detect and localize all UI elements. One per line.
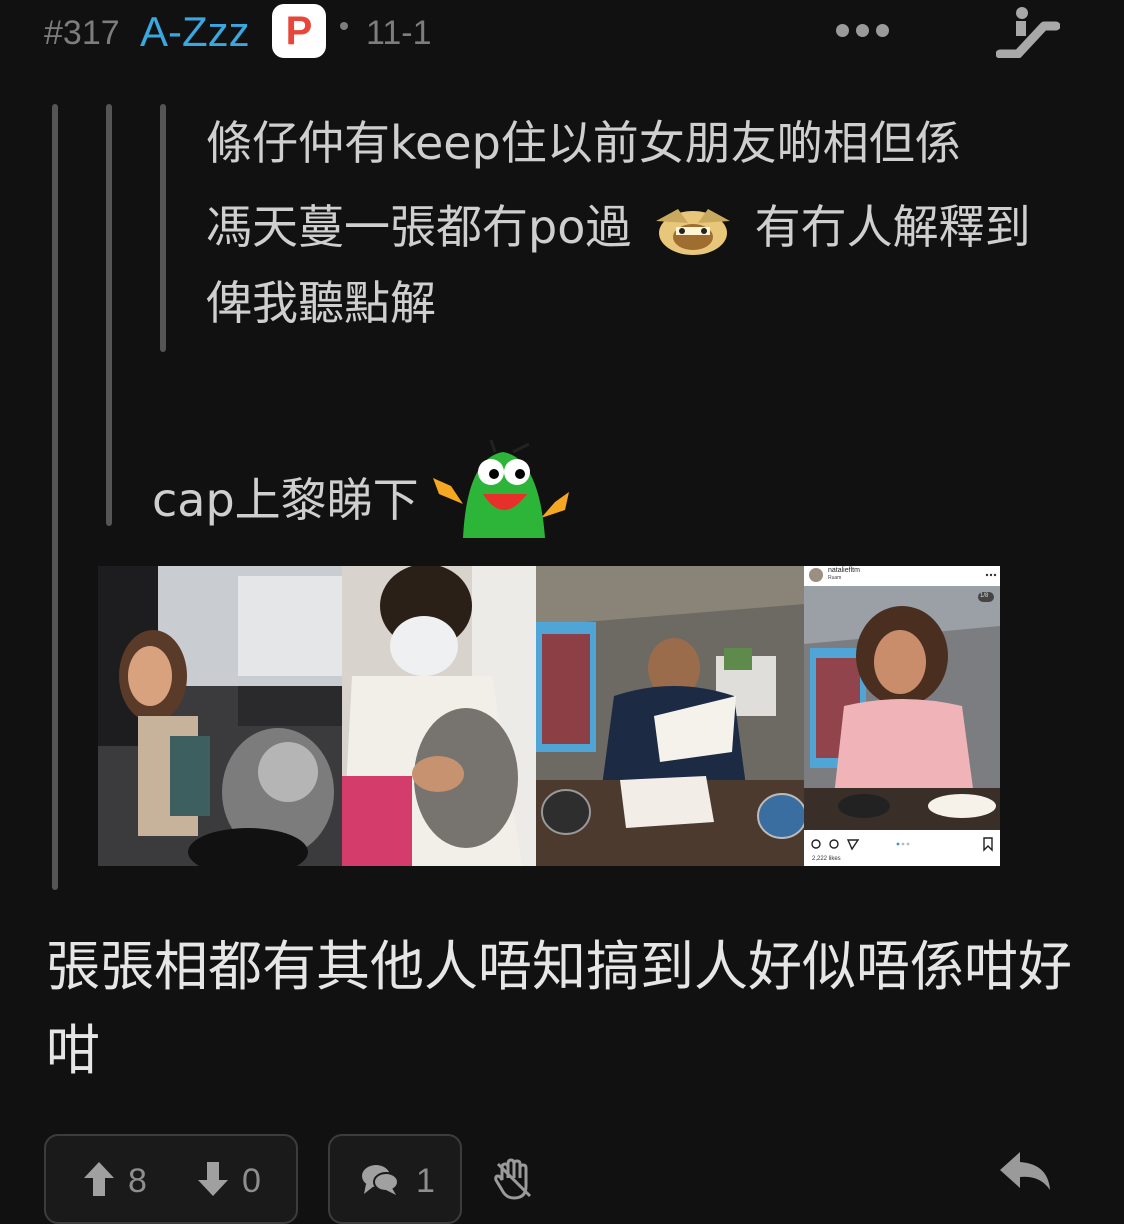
instagram-subtitle: Ruam bbox=[828, 575, 842, 581]
quote-inner-line-1: 條仔仲有keep住以前女朋友啲相但係 bbox=[206, 116, 961, 170]
facepalm-emoji-icon bbox=[655, 208, 730, 255]
quote-outer-line: cap上黎睇下 bbox=[152, 438, 573, 548]
quote-outer-text: cap上黎睇下 bbox=[152, 473, 419, 527]
block-hand-icon[interactable] bbox=[494, 1158, 534, 1200]
instagram-likes: 2,222 likes bbox=[812, 856, 841, 862]
photo-instagram-woman[interactable]: nataliefltm Ruam 1/8 2,222 likes bbox=[804, 566, 1000, 866]
reply-icon[interactable] bbox=[996, 1148, 1054, 1194]
quote-inner-line-2: 馮天蔓一張都冇po過 有冇人解釋到 bbox=[206, 188, 1031, 266]
escalator-icon[interactable] bbox=[996, 4, 1060, 58]
comment-count: 1 bbox=[416, 1162, 435, 1200]
photo-woman-car-dog[interactable] bbox=[98, 566, 342, 866]
post-body-text: 張張相都有其他人唔知搞到人好似唔係咁好咁 bbox=[46, 935, 1072, 1082]
quote-inner-line-3: 俾我聽點解 bbox=[206, 276, 436, 330]
downvote-icon[interactable] bbox=[196, 1160, 230, 1198]
quote-bar-inner bbox=[160, 104, 166, 352]
instagram-handle: nataliefltm bbox=[828, 567, 860, 574]
upvote-count: 8 bbox=[128, 1162, 147, 1200]
separator-dot bbox=[340, 22, 348, 30]
upvote-icon[interactable] bbox=[82, 1160, 116, 1198]
quote-bar-outer bbox=[52, 104, 58, 890]
downvote-count: 0 bbox=[242, 1162, 261, 1200]
comment-icon bbox=[362, 1165, 399, 1195]
quote-inner-line-2-a: 馮天蔓一張都冇po過 bbox=[206, 200, 632, 254]
green-monster-emoji-icon bbox=[433, 439, 570, 538]
instagram-counter: 1/8 bbox=[980, 593, 989, 599]
quote-inner-line-2-b: 有冇人解釋到 bbox=[754, 200, 1031, 254]
user-badge: P bbox=[272, 4, 326, 58]
photo-man-mask-dog[interactable] bbox=[342, 566, 536, 866]
username-link[interactable]: A-Zzz bbox=[140, 8, 250, 56]
quote-bar-middle bbox=[106, 104, 112, 526]
post-number: #317 bbox=[44, 14, 120, 52]
more-options-icon[interactable] bbox=[836, 22, 896, 42]
post-time: 11-1 bbox=[366, 14, 432, 52]
photo-man-restaurant[interactable] bbox=[536, 566, 804, 866]
post-header: #317 A-Zzz P 11-1 bbox=[0, 0, 1124, 64]
image-strip: nataliefltm Ruam 1/8 2,222 likes bbox=[98, 566, 1000, 866]
